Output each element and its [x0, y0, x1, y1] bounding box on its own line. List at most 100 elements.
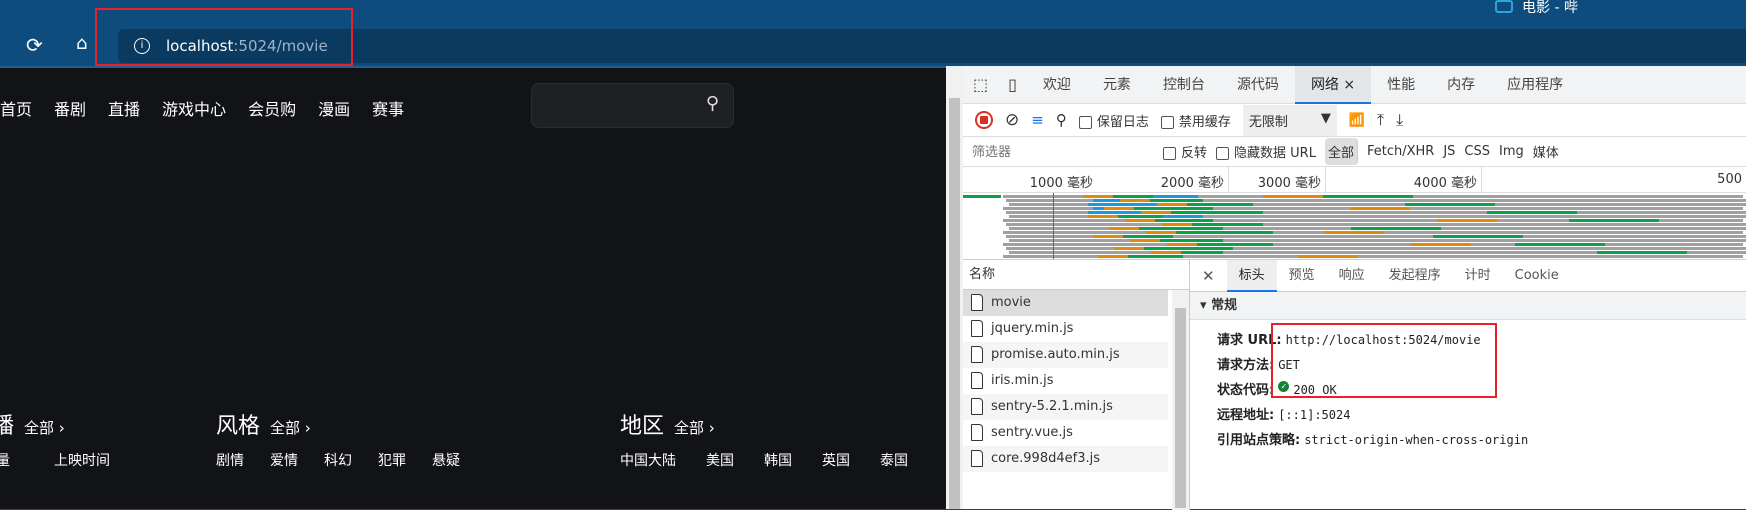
network-conditions-icon[interactable]: 📶: [1349, 113, 1365, 128]
all-link[interactable]: 全部 ›: [24, 417, 65, 438]
request-row[interactable]: jquery.min.js: [963, 316, 1168, 342]
import-icon[interactable]: ⤒: [1377, 110, 1384, 130]
address-bar[interactable]: i localhost:5024/movie: [118, 29, 1746, 63]
file-name: sentry-5.2.1.min.js: [991, 399, 1113, 414]
waterfall-bar: [1128, 255, 1183, 258]
close-icon[interactable]: ×: [1343, 77, 1355, 93]
tab-welcome[interactable]: 欢迎: [1027, 66, 1087, 104]
nav-item[interactable]: 漫画: [318, 96, 350, 120]
list-scrollbar[interactable]: [1172, 290, 1189, 510]
filter-item[interactable]: 犯罪: [378, 450, 406, 470]
tab-network[interactable]: 网络 ×: [1294, 65, 1372, 104]
nav-item[interactable]: 番剧: [54, 96, 86, 120]
type-filter-all[interactable]: 全部: [1324, 138, 1358, 165]
filter-item[interactable]: 中国大陆: [620, 450, 676, 470]
tab-preview[interactable]: 预览: [1277, 260, 1327, 292]
tab-sources[interactable]: 源代码: [1221, 66, 1295, 104]
file-icon: [971, 346, 983, 363]
tab-timing[interactable]: 计时: [1453, 260, 1503, 292]
search-icon[interactable]: ⚲: [706, 93, 719, 114]
waterfall-overview[interactable]: [963, 193, 1746, 259]
filter-item[interactable]: 科幻: [324, 450, 352, 470]
app-icon: [1495, 0, 1513, 13]
section-title: 地区: [620, 414, 665, 439]
all-link[interactable]: 全部 ›: [674, 417, 715, 438]
request-row[interactable]: core.998d4ef3.js: [963, 446, 1168, 472]
filter-item[interactable]: 量: [0, 450, 10, 470]
waterfall-bar: [1083, 195, 1113, 198]
nav-item[interactable]: 首页: [0, 96, 32, 120]
waterfall-bar: [1114, 247, 1144, 250]
filter-item[interactable]: 悬疑: [432, 450, 460, 470]
record-icon[interactable]: [975, 111, 993, 129]
waterfall-bar: [1146, 231, 1176, 234]
waterfall-bar: [1130, 239, 1160, 242]
page-scrollbar[interactable]: [946, 66, 963, 509]
file-icon: [971, 320, 983, 337]
filter-item[interactable]: 上映时间: [54, 450, 110, 470]
filter-items: 剧情 爱情 科幻 犯罪 悬疑: [216, 450, 460, 470]
nav-item[interactable]: 赛事: [372, 96, 404, 120]
waterfall-bar: [1324, 231, 1384, 234]
reload-icon[interactable]: ⟳: [26, 33, 43, 57]
home-icon[interactable]: ⌂: [76, 33, 87, 54]
request-row[interactable]: movie: [963, 290, 1168, 316]
filter-item[interactable]: 爱情: [270, 450, 298, 470]
waterfall-bar: [1569, 219, 1659, 222]
all-link[interactable]: 全部 ›: [270, 417, 311, 438]
preserve-log-checkbox[interactable]: 保留日志: [1078, 111, 1149, 130]
tab-initiator[interactable]: 发起程序: [1377, 260, 1453, 292]
filter-item[interactable]: 韩国: [764, 450, 792, 470]
export-icon[interactable]: ⤓: [1396, 110, 1403, 130]
close-detail-icon[interactable]: ✕: [1190, 260, 1227, 292]
inspect-icon[interactable]: ⬚: [963, 75, 998, 94]
waterfall-bar: [1125, 219, 1155, 222]
network-toolbar: ⊘ ≡ ⚲ 保留日志 禁用缓存 无限制 ▼ 📶 ⤒ ⤓: [963, 104, 1746, 137]
type-filter-media[interactable]: 媒体: [1533, 142, 1559, 161]
nav-item[interactable]: 会员购: [248, 96, 296, 120]
request-row[interactable]: promise.auto.min.js: [963, 342, 1168, 368]
tab-memory[interactable]: 内存: [1431, 66, 1491, 104]
tab-performance[interactable]: 性能: [1371, 66, 1431, 104]
filter-item[interactable]: 英国: [822, 450, 850, 470]
file-icon: [971, 372, 983, 389]
checkbox-label: 保留日志: [1096, 114, 1149, 130]
waterfall-bar: [1139, 227, 1223, 230]
filter-icon[interactable]: ≡: [1031, 111, 1044, 129]
tab-application[interactable]: 应用程序: [1491, 66, 1579, 104]
file-name: jquery.min.js: [991, 321, 1074, 336]
filter-item[interactable]: 美国: [706, 450, 734, 470]
type-filter-js[interactable]: JS: [1443, 144, 1455, 159]
tab-console[interactable]: 控制台: [1147, 66, 1221, 104]
type-filter-fetch[interactable]: Fetch/XHR: [1367, 144, 1434, 159]
invert-checkbox[interactable]: 反转: [1163, 142, 1207, 161]
disable-cache-checkbox[interactable]: 禁用缓存: [1160, 111, 1231, 130]
filter-input[interactable]: [968, 140, 1154, 163]
search-icon[interactable]: ⚲: [1056, 111, 1067, 129]
type-filter-img[interactable]: Img: [1499, 144, 1524, 159]
waterfall-bar: [1176, 231, 1273, 234]
throttle-select[interactable]: 无限制 ▼: [1242, 104, 1337, 136]
file-icon: [971, 450, 983, 467]
file-icon: [971, 424, 983, 441]
nav-item[interactable]: 直播: [108, 96, 140, 120]
request-row[interactable]: iris.min.js: [963, 368, 1168, 394]
request-row[interactable]: sentry-5.2.1.min.js: [963, 394, 1168, 420]
filter-item[interactable]: 泰国: [880, 450, 908, 470]
tab-response[interactable]: 响应: [1327, 260, 1377, 292]
type-filter-css[interactable]: CSS: [1464, 144, 1490, 159]
filter-item[interactable]: 剧情: [216, 450, 244, 470]
general-section-header[interactable]: ▾ 常规: [1190, 292, 1746, 320]
waterfall-bar: [1123, 235, 1173, 238]
hide-data-urls-checkbox[interactable]: 隐藏数据 URL: [1216, 142, 1316, 161]
tab-headers[interactable]: 标头: [1226, 259, 1277, 292]
tab-cookies[interactable]: Cookie: [1503, 260, 1571, 292]
nav-item[interactable]: 游戏中心: [162, 96, 226, 120]
header-value: strict-origin-when-cross-origin: [1304, 433, 1529, 447]
tab-elements[interactable]: 元素: [1087, 66, 1147, 104]
clear-icon[interactable]: ⊘: [1005, 110, 1019, 130]
search-input[interactable]: ⚲: [531, 83, 734, 128]
request-row[interactable]: sentry.vue.js: [963, 420, 1168, 446]
device-toggle-icon[interactable]: ▯: [998, 75, 1027, 94]
name-column-header[interactable]: 名称: [963, 260, 1189, 290]
